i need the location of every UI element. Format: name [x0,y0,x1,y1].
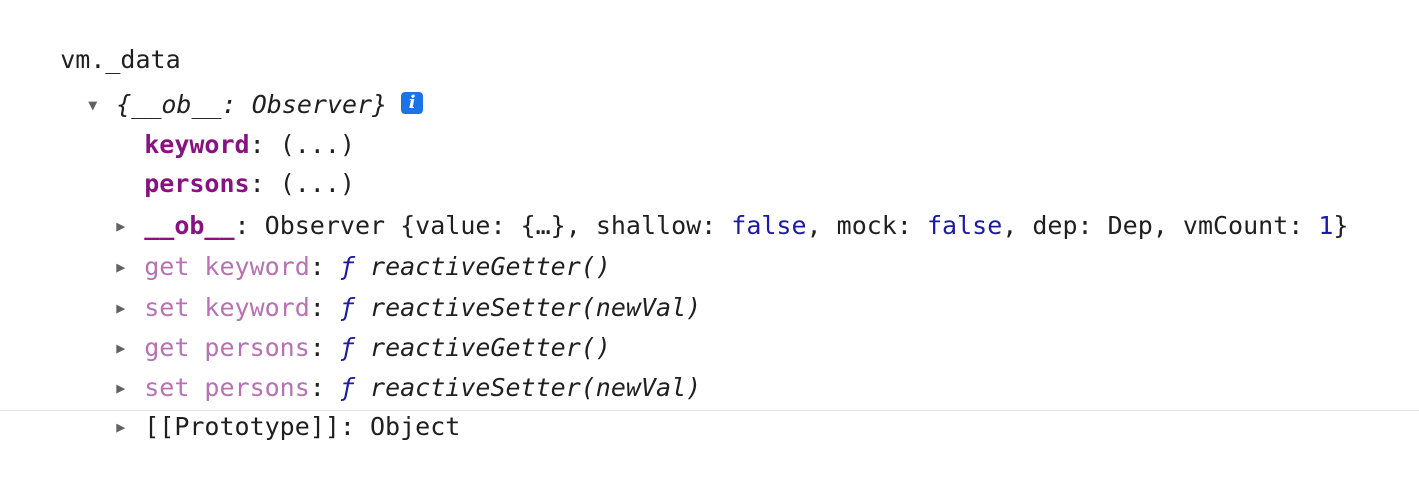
property-row-ob[interactable]: ▶ __ob__: Observer {value: {…}, shallow: … [56,166,1348,240]
prototype-value: Object [370,412,461,441]
preview-key: vmCount [1182,211,1289,240]
preview-value: Dep [1107,211,1153,240]
preview-key: mock [836,211,897,240]
accessor-row-get-keyword[interactable]: ▶ get keyword: ƒ reactiveGetter() [56,207,611,281]
preview-key: shallow [595,211,702,240]
preview-value: false [926,211,1003,240]
preview-value: false [731,211,807,240]
preview-value: 1 [1318,211,1334,240]
accessor-row-set-persons[interactable]: ▶ set persons: ƒ reactiveSetter(newVal) [56,328,701,402]
prototype-row[interactable]: ▶ [[Prototype]]: Object [56,367,460,441]
info-icon[interactable]: i [401,92,424,114]
console-output: vm._data ▼ {__ob__: Observer} i keyword: (… [0,0,1419,441]
preview-key: dep [1032,211,1078,240]
console-expression: vm._data [0,0,180,74]
property-row-persons[interactable]: persons: (...) [84,124,355,198]
accessor-row-set-keyword[interactable]: ▶ set keyword: ƒ reactiveSetter(newVal) [56,248,701,322]
accessor-row-get-persons[interactable]: ▶ get persons: ƒ reactiveGetter() [56,288,611,362]
property-row-keyword[interactable]: keyword: (...) [84,85,355,159]
object-root-row[interactable]: ▼ {__ob__: Observer} i [28,45,424,119]
prototype-key: [[Prototype]] [144,412,340,441]
expand-triangle-icon[interactable]: ▶ [116,407,144,447]
